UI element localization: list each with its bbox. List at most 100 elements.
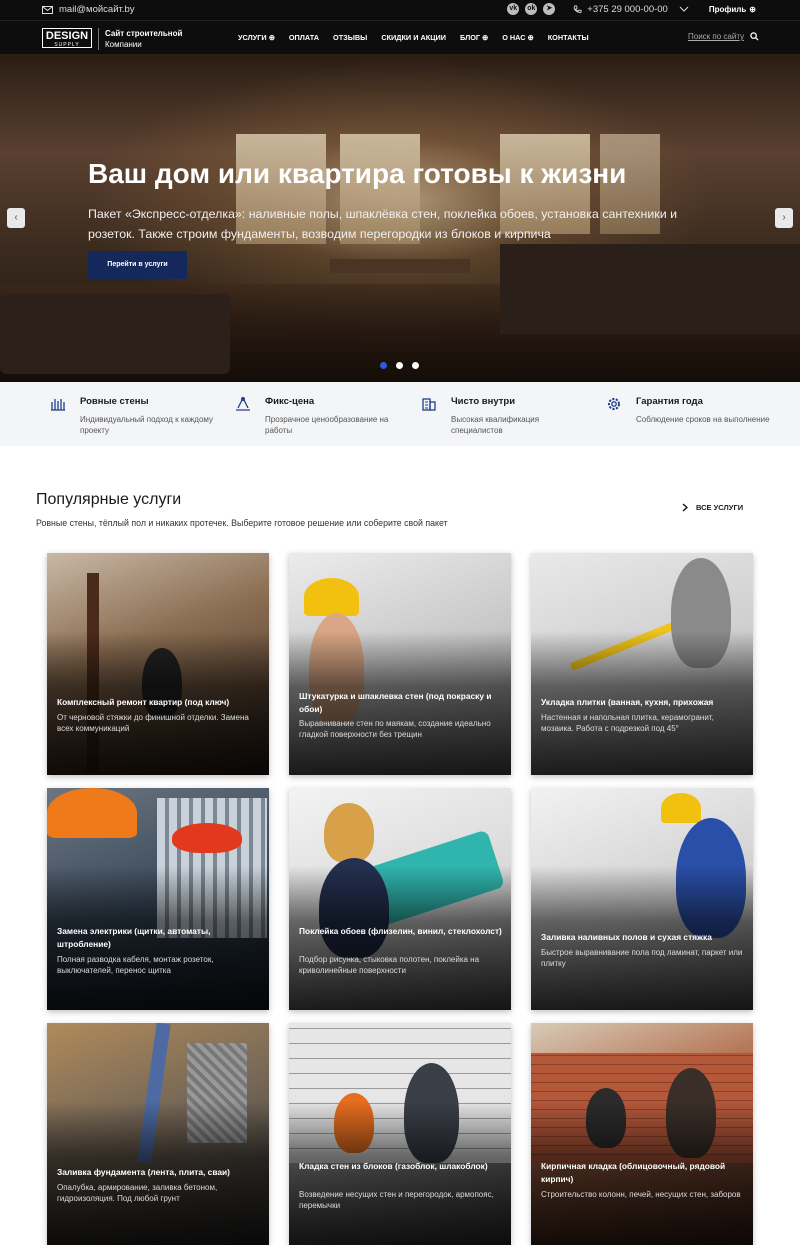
menu-item-discounts[interactable]: СКИДКИ И АКЦИИ xyxy=(381,33,446,42)
feature-title: Фикс-цена xyxy=(265,396,315,407)
service-card[interactable]: Поклейка обоев (флизелин, винил, стеклох… xyxy=(289,788,511,1010)
logo[interactable]: DESIGN SUPPLY xyxy=(42,28,92,48)
slider-dot[interactable] xyxy=(396,362,403,369)
hero-table xyxy=(330,259,470,273)
service-card-desc: Опалубка, армирование, заливка бетоном, … xyxy=(57,1183,218,1203)
menu-item-services[interactable]: УСЛУГИ ⊕ xyxy=(238,33,275,42)
hero-title: Ваш дом или квартира готовы к жизни xyxy=(88,158,627,189)
service-card-desc: Настенная и напольная плитка, керамогран… xyxy=(541,713,714,733)
gear-icon xyxy=(608,398,620,410)
service-card[interactable]: Кладка стен из блоков (газоблок, шлакобл… xyxy=(289,1023,511,1245)
service-card-title: Штукатурка и шпаклевка стен (под покраск… xyxy=(299,691,492,714)
features-bar: Ровные стены Индивидуальный подход к каж… xyxy=(0,382,800,446)
feature-desc: Высокая квалификация специалистов xyxy=(451,415,540,435)
phone-link[interactable]: +375 29 000-00-00 xyxy=(573,4,689,15)
brand-line-1: Сайт строительной xyxy=(105,29,183,38)
service-card[interactable]: Комплексный ремонт квартир (под ключ) От… xyxy=(47,553,269,775)
phone-icon xyxy=(574,4,582,13)
menu-item-contacts[interactable]: КОНТАКТЫ xyxy=(548,33,589,42)
service-card-title: Укладка плитки (ванная, кухня, прихожая xyxy=(541,697,714,707)
card-shade xyxy=(289,1023,511,1245)
service-card-title: Заливка наливных полов и сухая стяжка xyxy=(541,932,712,942)
profile-plus-icon: ⊕ xyxy=(749,4,756,14)
menu-label: БЛОГ xyxy=(460,33,481,42)
email-link[interactable]: mail@мойсайт.by xyxy=(42,4,135,15)
profile-link[interactable]: Профиль ⊕ xyxy=(709,5,756,14)
feature-title: Ровные стены xyxy=(80,396,149,407)
card-shade xyxy=(531,553,753,775)
mail-icon xyxy=(42,5,53,14)
service-card[interactable]: Заливка фундамента (лента, плита, сваи) … xyxy=(47,1023,269,1245)
service-card-title: Кладка стен из блоков (газоблок, шлакобл… xyxy=(299,1161,488,1171)
top-bar: mail@мойсайт.by vk ok ➤ +375 29 000-00-0… xyxy=(0,0,800,20)
wall-icon xyxy=(51,399,65,411)
service-card-title: Поклейка обоев (флизелин, винил, стеклох… xyxy=(299,926,502,936)
slider-dot[interactable] xyxy=(380,362,387,369)
measure-icon xyxy=(236,397,250,411)
service-card-desc: От черновой стяжки до финишной отделки. … xyxy=(57,713,249,733)
slider-prev-icon[interactable]: ‹ xyxy=(7,208,25,228)
card-shade xyxy=(289,788,511,1010)
card-shade xyxy=(531,788,753,1010)
slider-next-icon[interactable]: › xyxy=(775,208,793,228)
search-placeholder: Поиск по сайту xyxy=(688,32,745,41)
ok-icon[interactable]: ok xyxy=(525,3,538,15)
profile-label: Профиль xyxy=(708,4,747,14)
service-card[interactable]: Заливка наливных полов и сухая стяжка Бы… xyxy=(531,788,753,1010)
service-card[interactable]: Укладка плитки (ванная, кухня, прихожая … xyxy=(531,553,753,775)
service-card-desc: Подбор рисунка, стыковка полотен, поклей… xyxy=(299,955,480,975)
all-services-link[interactable]: ВСЕ УСЛУГИ xyxy=(682,503,743,512)
hero-slider: Ваш дом или квартира готовы к жизни Паке… xyxy=(0,54,800,382)
menu-item-about[interactable]: О НАС ⊕ xyxy=(502,33,534,42)
menu-item-reviews[interactable]: ОТЗЫВЫ xyxy=(333,33,367,42)
brand-text: Сайт строительной Компании xyxy=(98,28,182,50)
phone-text: +375 29 000-00-00 xyxy=(587,3,668,15)
telegram-icon[interactable]: ➤ xyxy=(543,3,556,15)
logo-main: DESIGN xyxy=(45,30,89,42)
card-shade xyxy=(47,553,269,775)
feature-desc: Индивидуальный подход к каждому проекту xyxy=(80,415,213,435)
slider-dot[interactable] xyxy=(412,362,419,369)
card-shade xyxy=(289,553,511,775)
service-card-desc: Быстрое выравнивание пола под ламинат, п… xyxy=(541,948,743,968)
search-icon[interactable] xyxy=(750,32,759,41)
menu-label: О НАС xyxy=(502,33,526,42)
building-icon xyxy=(422,398,436,411)
slider-dots xyxy=(380,362,419,369)
service-card-title: Кирпичная кладка (облицовочный, рядовой … xyxy=(541,1161,726,1184)
feature-title: Гарантия года xyxy=(636,396,703,407)
chevron-down-icon[interactable] xyxy=(679,6,689,12)
feature-title: Чисто внутри xyxy=(451,396,516,407)
service-card[interactable]: Кирпичная кладка (облицовочный, рядовой … xyxy=(531,1023,753,1245)
hero-text: Пакет «Экспресс-отделка»: наливные полы,… xyxy=(88,207,678,241)
service-card-title: Заливка фундамента (лента, плита, сваи) xyxy=(57,1167,230,1177)
service-card-desc: Выравнивание стен по маякам, создание ид… xyxy=(299,719,491,739)
card-shade xyxy=(47,1023,269,1245)
card-shade xyxy=(531,1023,753,1245)
menu-item-payment[interactable]: ОПЛАТА xyxy=(289,33,319,42)
service-card-title: Комплексный ремонт квартир (под ключ) xyxy=(57,697,230,707)
logo-sub: SUPPLY xyxy=(54,42,80,48)
email-text: mail@мойсайт.by xyxy=(59,4,135,15)
main-nav: DESIGN SUPPLY Сайт строительной Компании… xyxy=(0,20,800,54)
service-card-desc: Возведение несущих стен и перегородок, а… xyxy=(299,1190,494,1210)
hero-sofa xyxy=(0,294,230,374)
menu-item-blog[interactable]: БЛОГ ⊕ xyxy=(460,33,488,42)
services-subtitle: Ровные стены, тёплый пол и никаких проте… xyxy=(36,518,448,528)
brand-line-2: Компании xyxy=(105,40,142,49)
play-icon xyxy=(682,503,688,512)
hero-kitchen xyxy=(500,244,800,334)
service-card-title: Замена электрики (щитки, автоматы, штроб… xyxy=(57,926,211,949)
service-card[interactable]: Замена электрики (щитки, автоматы, штроб… xyxy=(47,788,269,1010)
menu: УСЛУГИ ⊕ ОПЛАТА ОТЗЫВЫ СКИДКИ И АКЦИИ БЛ… xyxy=(238,33,589,42)
vk-icon[interactable]: vk xyxy=(507,3,520,15)
services-title: Популярные услуги xyxy=(36,491,182,508)
menu-label: УСЛУГИ xyxy=(238,33,267,42)
service-card[interactable]: Штукатурка и шпаклевка стен (под покраск… xyxy=(289,553,511,775)
all-services-label: ВСЕ УСЛУГИ xyxy=(696,503,744,512)
hero-cta-button[interactable]: Перейти в услуги xyxy=(88,251,187,279)
search-field[interactable]: Поиск по сайту xyxy=(688,32,759,41)
feature-desc: Соблюдение сроков на выполнение xyxy=(636,415,770,424)
card-shade xyxy=(47,788,269,1010)
feature-desc: Прозрачное ценообразование на работы xyxy=(265,415,389,435)
